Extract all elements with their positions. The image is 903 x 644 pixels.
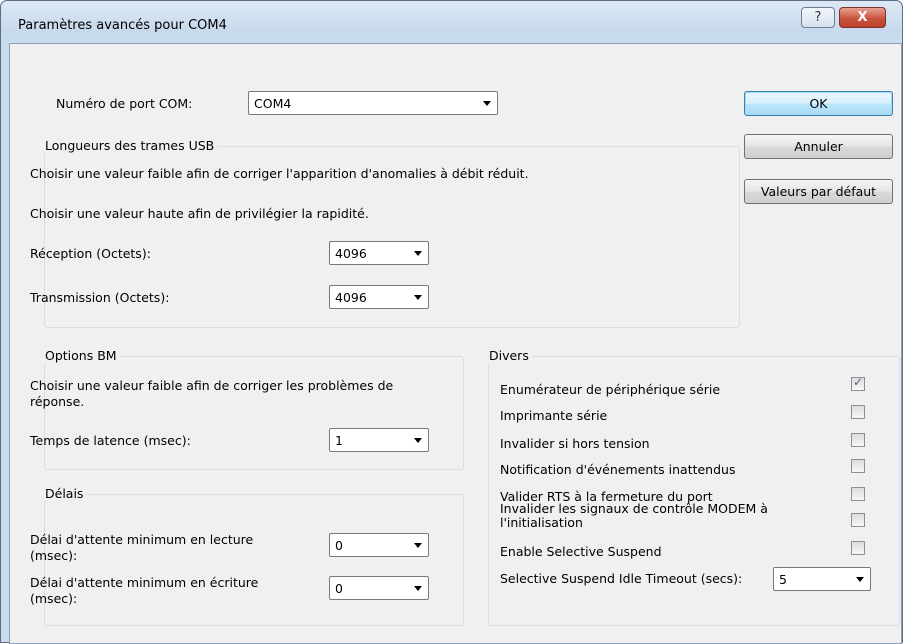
chevron-down-icon: [414, 438, 422, 443]
rx-size-value: 4096: [335, 246, 367, 261]
chevron-down-icon: [414, 295, 422, 300]
timeouts-group: Délais: [42, 486, 464, 626]
dialog-window: Paramètres avancés pour COM4 ? X Numéro …: [0, 0, 903, 644]
set-rts-on-close-checkbox[interactable]: [851, 487, 865, 501]
tx-size-value: 4096: [335, 290, 367, 305]
chevron-down-icon: [856, 577, 864, 582]
misc-item-label: Enable Selective Suspend: [500, 544, 662, 559]
cancel-button[interactable]: Annuler: [744, 134, 893, 159]
com-port-value: COM4: [254, 96, 292, 111]
misc-item-label: Invalider les signaux de contrôle MODEM …: [500, 502, 768, 516]
usb-note-high: Choisir une valeur haute afin de privilé…: [30, 206, 369, 221]
chevron-down-icon: [483, 101, 491, 106]
idle-timeout-label: Selective Suspend Idle Timeout (secs):: [500, 571, 743, 586]
misc-item-label: Imprimante série: [500, 408, 608, 423]
cancel-if-power-off-checkbox[interactable]: [851, 433, 865, 447]
read-timeout-label-line1: Délai d'attente minimum en lecture: [30, 532, 254, 547]
misc-group-legend: Divers: [486, 348, 532, 363]
rx-size-select[interactable]: 4096: [329, 241, 429, 265]
latency-select[interactable]: 1: [329, 428, 429, 452]
com-port-label: Numéro de port COM:: [56, 96, 193, 111]
timeouts-group-legend: Délais: [42, 486, 87, 501]
window-title: Paramètres avancés pour COM4: [18, 18, 227, 33]
cancel-button-label: Annuler: [794, 139, 843, 154]
misc-item-label: Enumérateur de périphérique série: [500, 382, 721, 397]
ok-button[interactable]: OK: [744, 91, 893, 116]
misc-item-label: Notification d'événements inattendus: [500, 462, 736, 477]
misc-item-label: Invalider si hors tension: [500, 436, 650, 451]
bm-note-line1: Choisir une valeur faible afin de corrig…: [30, 378, 394, 393]
close-button[interactable]: X: [839, 7, 886, 28]
idle-timeout-value: 5: [779, 572, 787, 587]
surprise-removal-checkbox[interactable]: [851, 459, 865, 473]
idle-timeout-select[interactable]: 5: [773, 567, 871, 591]
serial-enumerator-checkbox[interactable]: ✓: [851, 375, 865, 391]
chevron-down-icon: [414, 543, 422, 548]
latency-value: 1: [335, 433, 343, 448]
ok-button-label: OK: [809, 96, 828, 111]
bm-note-line2: réponse.: [30, 394, 85, 409]
write-timeout-label-line2: (msec):: [30, 591, 78, 606]
read-timeout-value: 0: [335, 538, 343, 553]
usb-group-legend: Longueurs des trames USB: [42, 138, 218, 153]
bm-options-group: Options BM: [42, 348, 464, 470]
com-port-select[interactable]: COM4: [248, 91, 498, 115]
write-timeout-select[interactable]: 0: [329, 576, 429, 600]
title-bar[interactable]: Paramètres avancés pour COM4 ? X: [1, 1, 902, 41]
rx-label: Réception (Octets):: [30, 246, 151, 261]
read-timeout-select[interactable]: 0: [329, 533, 429, 557]
help-button[interactable]: ?: [801, 7, 835, 28]
checkmark-icon: ✓: [853, 375, 864, 389]
tx-size-select[interactable]: 4096: [329, 285, 429, 309]
defaults-button-label: Valeurs par défaut: [760, 184, 877, 199]
selective-suspend-checkbox[interactable]: [851, 541, 865, 555]
usb-note-low: Choisir une valeur faible afin de corrig…: [30, 166, 529, 181]
close-icon: X: [857, 10, 868, 25]
disable-modem-ctrl-checkbox[interactable]: [851, 513, 865, 527]
chevron-down-icon: [414, 251, 422, 256]
misc-item-label-line2: l'initialisation: [500, 515, 583, 529]
tx-label: Transmission (Octets):: [30, 290, 170, 305]
serial-printer-checkbox[interactable]: [851, 405, 865, 419]
write-timeout-value: 0: [335, 581, 343, 596]
write-timeout-label-line1: Délai d'attente minimum en écriture: [30, 575, 259, 590]
dialog-client-area: Numéro de port COM: COM4 OK Annuler Vale…: [9, 43, 902, 644]
help-icon: ?: [814, 10, 822, 25]
disable-modem-ctrl-label: Invalider les signaux de contrôle MODEM …: [500, 502, 830, 528]
read-timeout-label-line2: (msec):: [30, 548, 78, 563]
bm-group-legend: Options BM: [42, 348, 120, 363]
latency-label: Temps de latence (msec):: [30, 433, 191, 448]
defaults-button[interactable]: Valeurs par défaut: [744, 179, 893, 204]
chevron-down-icon: [414, 586, 422, 591]
